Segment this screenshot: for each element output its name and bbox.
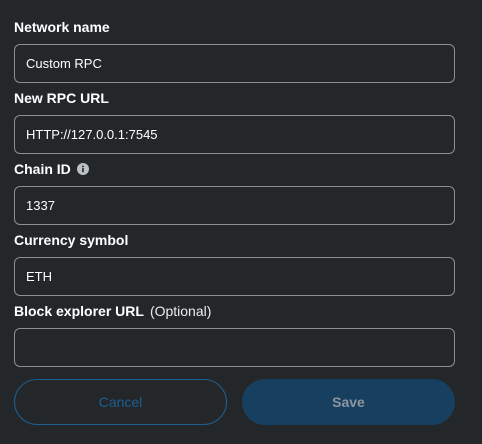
save-button-label: Save xyxy=(332,394,365,410)
rpc-url-input[interactable] xyxy=(14,115,455,154)
rpc-url-label-text: New RPC URL xyxy=(14,90,109,106)
cancel-button[interactable]: Cancel xyxy=(14,379,227,425)
optional-label: (Optional) xyxy=(149,303,212,319)
block-explorer-input[interactable] xyxy=(14,328,455,367)
save-button[interactable]: Save xyxy=(242,379,455,425)
network-name-label: Network name xyxy=(14,18,110,36)
chain-id-label: Chain ID xyxy=(14,160,89,178)
block-explorer-label-text: Block explorer URL xyxy=(14,303,144,319)
network-name-label-text: Network name xyxy=(14,19,110,35)
network-name-input[interactable] xyxy=(14,44,455,83)
currency-symbol-label: Currency symbol xyxy=(14,231,128,249)
chain-id-input[interactable] xyxy=(14,186,455,225)
chain-id-label-text: Chain ID xyxy=(14,161,71,177)
rpc-url-label: New RPC URL xyxy=(14,89,109,107)
cancel-button-label: Cancel xyxy=(98,394,143,410)
block-explorer-label: Block explorer URL (Optional) xyxy=(14,302,211,320)
currency-symbol-input[interactable] xyxy=(14,257,455,296)
info-icon[interactable] xyxy=(76,163,89,175)
currency-symbol-label-text: Currency symbol xyxy=(14,232,129,248)
